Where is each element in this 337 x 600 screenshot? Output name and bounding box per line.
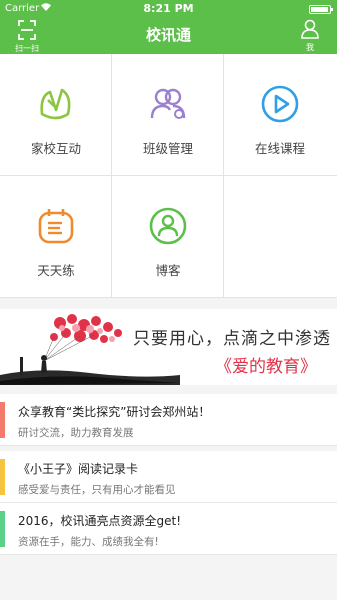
grid-item-label: 博客	[155, 263, 181, 278]
banner-subheadline: 《爱的教育》	[215, 357, 317, 377]
news-subtitle: 感受爱与责任，只有用心才能看见	[18, 484, 176, 496]
home-school-icon	[36, 84, 76, 124]
promo-banner[interactable]: 只要用心，点滴之中渗透 《爱的教育》	[0, 309, 337, 385]
blog-icon	[148, 206, 188, 246]
grid-item-home-school[interactable]: 家校互动	[0, 54, 112, 176]
battery-icon	[309, 5, 333, 14]
news-item[interactable]: 2016，校讯通亮点资源全get! 资源在手，能力、成绩我全有!	[0, 503, 337, 555]
news-accent-bar	[0, 511, 5, 547]
grid-item-class-manage[interactable]: 班级管理	[112, 54, 224, 176]
grid-item-label: 天天练	[37, 263, 75, 278]
banner-headline: 只要用心，点滴之中渗透	[133, 329, 331, 349]
status-time: 8:21 PM	[143, 2, 194, 15]
news-item[interactable]: 众享教育“类比探究”研讨会郑州站！ 研讨交流，助力教育发展	[0, 394, 337, 446]
user-icon	[301, 19, 319, 39]
grid-item-practice[interactable]: 天天练	[0, 176, 112, 298]
page-title: 校讯通	[145, 26, 191, 44]
news-accent-bar	[0, 459, 5, 495]
news-title: 《小王子》阅读记录卡	[18, 462, 139, 476]
app-header: Carrier 8:21 PM 扫一扫 校讯通 我	[0, 0, 337, 54]
grid-item-label: 家校互动	[30, 141, 81, 156]
profile-button[interactable]: 我	[299, 19, 321, 53]
grid-item-empty	[224, 176, 337, 298]
feature-grid: 家校互动 班级管理 在线课程 天天练 博客	[0, 54, 337, 298]
grid-item-online-course[interactable]: 在线课程	[224, 54, 337, 176]
news-subtitle: 研讨交流，助力教育发展	[18, 427, 134, 439]
play-icon	[260, 84, 300, 124]
grid-item-label: 班级管理	[142, 141, 193, 156]
status-bar: Carrier 8:21 PM	[0, 0, 337, 18]
grid-item-label: 在线课程	[254, 141, 305, 156]
news-subtitle: 资源在手，能力、成绩我全有!	[18, 536, 159, 548]
news-accent-bar	[0, 402, 5, 438]
me-label: 我	[306, 43, 314, 52]
news-item[interactable]: 《小王子》阅读记录卡 感受爱与责任，只有用心才能看见	[0, 451, 337, 503]
news-title: 2016，校讯通亮点资源全get!	[18, 514, 182, 528]
news-title: 众享教育“类比探究”研讨会郑州站！	[18, 405, 211, 419]
grid-item-blog[interactable]: 博客	[112, 176, 224, 298]
class-manage-icon	[148, 84, 188, 124]
practice-icon	[36, 206, 76, 246]
